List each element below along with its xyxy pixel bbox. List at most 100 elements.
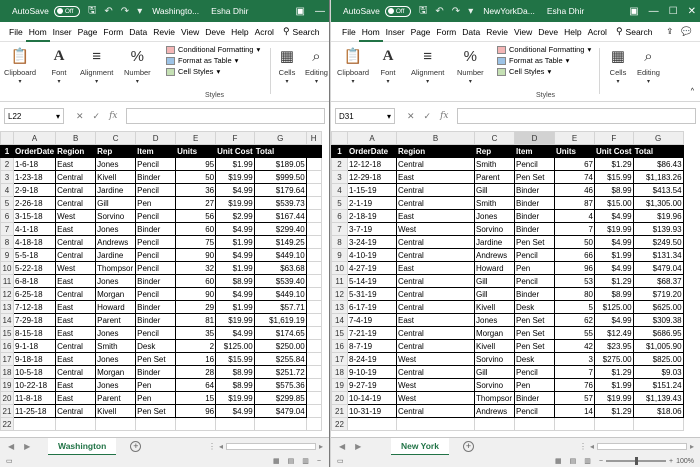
cell[interactable]: Pen (514, 378, 555, 392)
font-group[interactable]: A Font ▾ (377, 46, 399, 86)
cell[interactable]: Parent (474, 170, 515, 184)
column-header[interactable]: F (215, 131, 255, 145)
cell[interactable]: West (396, 378, 475, 392)
cell[interactable]: 5 (554, 300, 595, 314)
cell[interactable]: Binder (135, 274, 177, 288)
cell[interactable] (305, 196, 322, 210)
macro-record-icon[interactable]: ▭ (337, 457, 344, 465)
tab-data[interactable]: Data (459, 22, 483, 42)
row-header[interactable]: 13 (331, 300, 348, 314)
minimize-icon[interactable]: — (315, 6, 325, 17)
column-header[interactable]: E (175, 131, 217, 145)
column-header[interactable]: C (474, 131, 515, 145)
normal-view-icon[interactable]: ▦ (555, 457, 562, 465)
cell[interactable]: Central (396, 196, 475, 210)
cell[interactable]: $1.29 (594, 274, 634, 288)
cell[interactable]: 5-14-19 (347, 274, 397, 288)
add-sheet-icon[interactable]: + (130, 441, 142, 452)
save-icon[interactable]: 🖫 (419, 3, 428, 20)
column-header[interactable]: E (554, 131, 595, 145)
sheet-tab-new-york[interactable]: New York (391, 437, 449, 456)
tab-page-layout[interactable]: Page (408, 22, 434, 42)
close-icon[interactable]: ✕ (688, 6, 696, 17)
cell[interactable]: Parent (95, 391, 137, 405)
cell[interactable]: Rep (474, 144, 515, 158)
cell[interactable] (632, 417, 684, 431)
sheet-table[interactable]: A B C D E F G H 1 OrderDate Region Rep Item Units Unit… (0, 131, 322, 431)
cell[interactable]: $19.99 (594, 222, 634, 236)
row-header[interactable]: 19 (0, 378, 14, 392)
cell[interactable]: East (396, 261, 475, 275)
cell[interactable]: Central (55, 365, 97, 379)
cell[interactable]: West (396, 391, 475, 405)
font-group[interactable]: A Font ▾ (48, 46, 70, 86)
cell[interactable]: 90 (175, 287, 217, 301)
cell[interactable]: Pen Set (514, 170, 555, 184)
cell[interactable] (396, 417, 475, 431)
scroll-left-icon[interactable]: ◂ (590, 442, 594, 451)
cell[interactable]: Morgan (95, 287, 137, 301)
redo-icon[interactable]: ↷ (452, 6, 460, 17)
cell[interactable]: 11-8-18 (12, 391, 57, 405)
insert-function-icon[interactable]: fx (109, 111, 117, 121)
cell[interactable]: $68.37 (632, 274, 684, 288)
tab-review[interactable]: Revie (150, 22, 178, 42)
cell[interactable]: Pen (135, 378, 177, 392)
cell[interactable]: $125.00 (215, 339, 255, 353)
cell[interactable]: Jones (95, 274, 137, 288)
cell[interactable]: $23.95 (594, 339, 634, 353)
cell[interactable]: Central (396, 365, 475, 379)
cell[interactable]: Binder (514, 222, 555, 236)
conditional-formatting-button[interactable]: Conditional Formatting ▾ (166, 45, 260, 54)
cell[interactable]: $999.50 (253, 170, 307, 184)
cell[interactable]: 76 (554, 378, 595, 392)
cell[interactable]: $309.38 (632, 313, 684, 327)
cell[interactable]: $15.00 (594, 196, 634, 210)
cell[interactable]: 1-23-18 (12, 170, 57, 184)
select-all-corner[interactable] (0, 131, 14, 145)
cell[interactable]: East (55, 300, 97, 314)
row-header[interactable]: 8 (331, 235, 348, 249)
cell[interactable]: Pencil (135, 157, 177, 171)
tab-review[interactable]: Revie (483, 22, 511, 42)
tab-help[interactable]: Help (561, 22, 584, 42)
cell[interactable]: Binder (514, 183, 555, 197)
row-header[interactable]: 12 (0, 287, 14, 301)
cell[interactable]: 4 (554, 209, 595, 223)
cell[interactable]: $4.99 (594, 209, 634, 223)
cell[interactable]: 9-10-19 (347, 365, 397, 379)
cell[interactable]: 1-6-18 (12, 157, 57, 171)
cell[interactable]: $19.99 (215, 170, 255, 184)
cell[interactable]: Unit Cost (594, 144, 634, 158)
cell[interactable] (175, 417, 217, 431)
zoom-level[interactable]: 100% (676, 458, 694, 465)
row-header[interactable]: 19 (331, 378, 348, 392)
cell[interactable]: Central (396, 339, 475, 353)
row-header[interactable]: 9 (331, 248, 348, 262)
sheet-table[interactable]: A B C D E F G 1 OrderDate Region Rep Item Units Unit … (331, 131, 684, 431)
cell[interactable]: $63.68 (253, 261, 307, 275)
cell[interactable]: 3-7-19 (347, 222, 397, 236)
cell[interactable] (12, 417, 57, 431)
cell[interactable]: 55 (554, 326, 595, 340)
tab-insert[interactable]: Inser (50, 22, 75, 42)
cell[interactable]: $479.04 (253, 404, 307, 418)
row-header[interactable]: 7 (0, 222, 14, 236)
cell[interactable]: 96 (554, 261, 595, 275)
cell[interactable]: Pen Set (514, 313, 555, 327)
clipboard-group[interactable]: 📋 Clipboard ▾ (337, 46, 369, 85)
formula-input[interactable] (456, 108, 696, 124)
cell[interactable]: $151.24 (632, 378, 684, 392)
cell[interactable]: 5-5-18 (12, 248, 57, 262)
cell[interactable] (305, 287, 322, 301)
column-header[interactable]: H (305, 131, 322, 145)
cell[interactable]: Sorvino (474, 378, 515, 392)
cell[interactable]: $449.10 (253, 287, 307, 301)
cell[interactable]: 62 (554, 313, 595, 327)
cell[interactable]: $19.99 (215, 313, 255, 327)
cell[interactable]: $8.99 (215, 378, 255, 392)
cell[interactable]: 2 (175, 339, 217, 353)
cell[interactable]: 16 (175, 352, 217, 366)
row-header[interactable]: 2 (331, 157, 348, 171)
cell[interactable] (305, 261, 322, 275)
